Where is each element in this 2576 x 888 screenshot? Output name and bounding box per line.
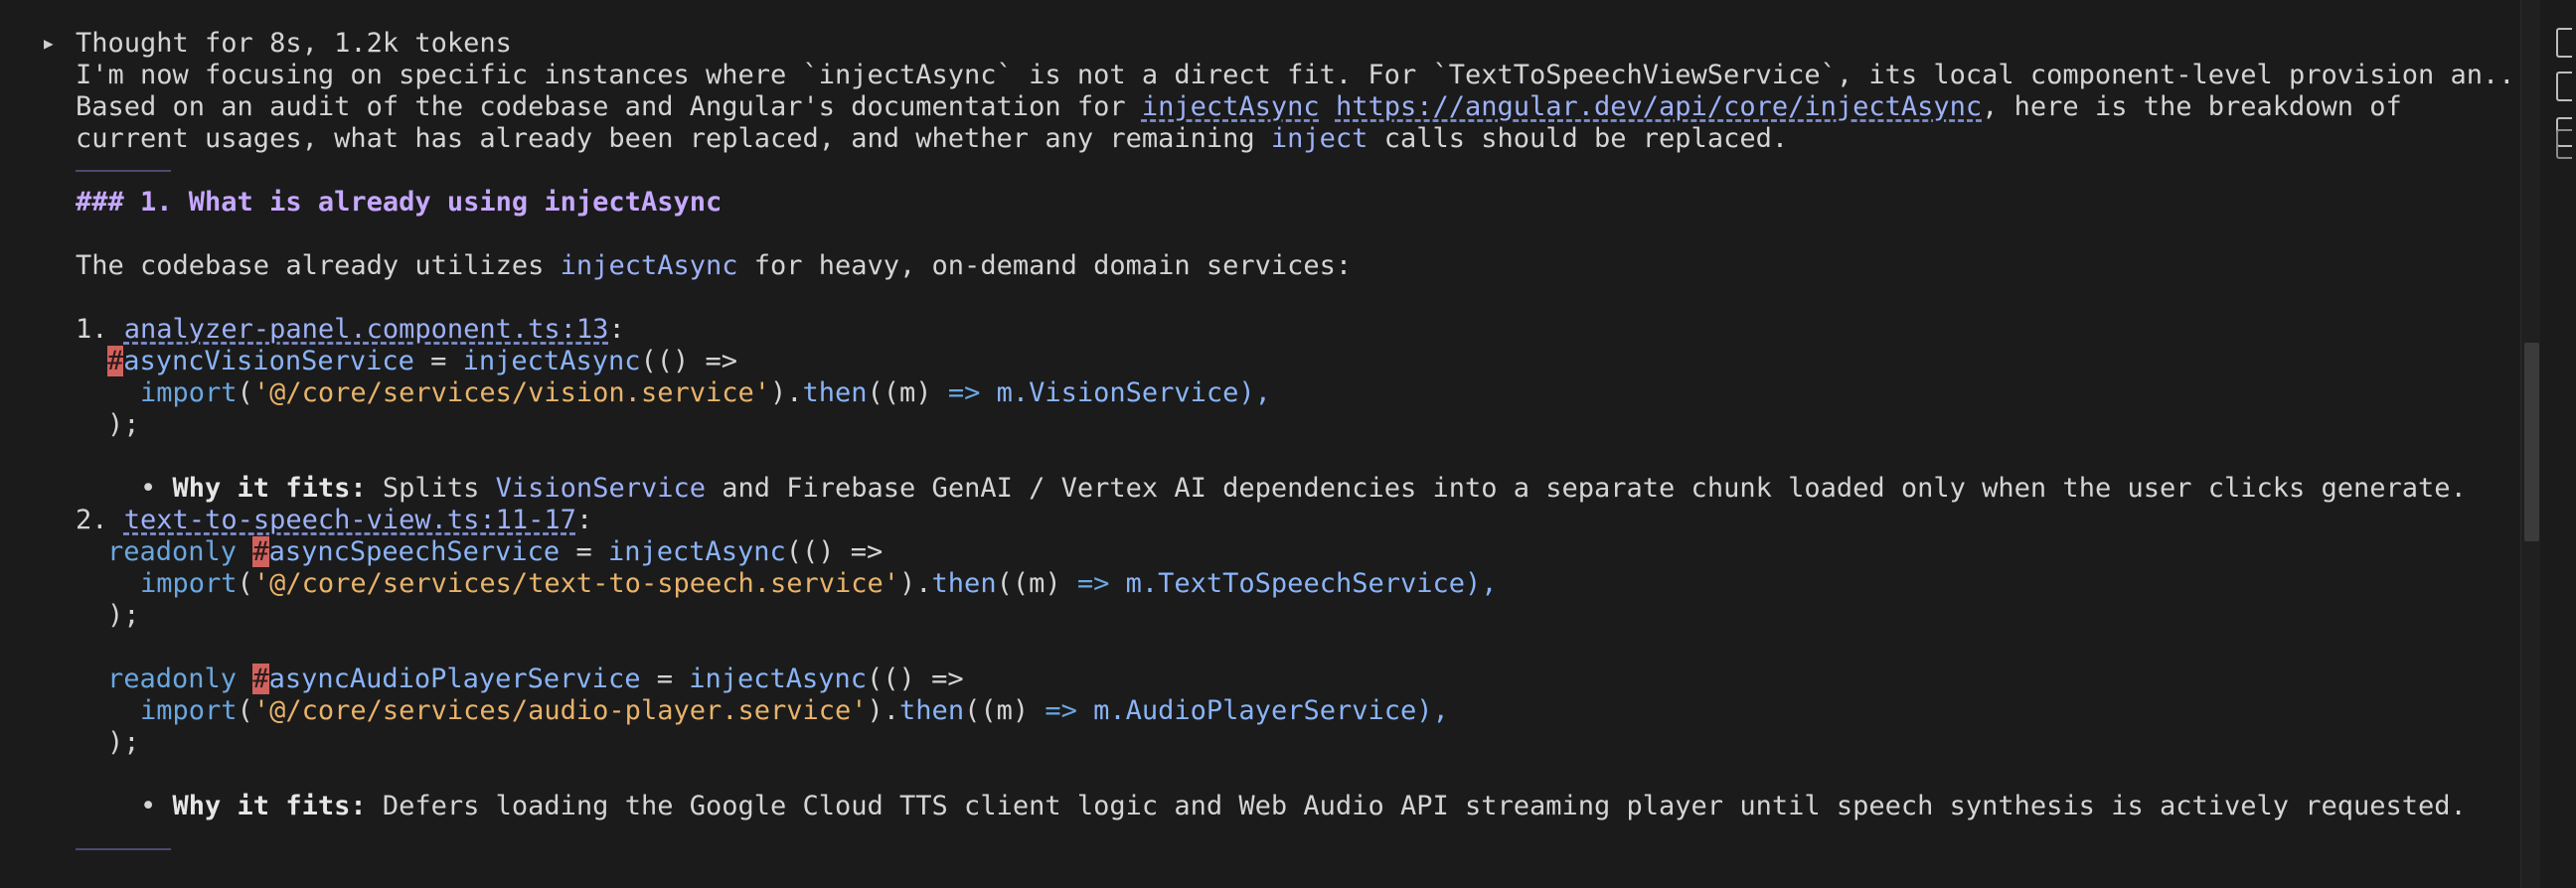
code-line: import('@/core/services/vision.service')…	[76, 377, 2500, 409]
heading-code: injectAsync	[544, 187, 723, 218]
hash-marker: #	[107, 346, 124, 376]
code-op: );	[107, 600, 140, 631]
code-line: import('@/core/services/audio-player.ser…	[140, 695, 1449, 726]
scrollbar-thumb[interactable]	[2524, 343, 2539, 541]
hash-marker: #	[252, 664, 269, 694]
code-function: injectAsync	[689, 664, 868, 694]
code-line: import('@/core/services/text-to-speech.s…	[140, 568, 1498, 599]
list-number: 2.	[76, 505, 124, 535]
list-number: 1.	[76, 314, 124, 345]
heading-text: ### 1. What is already using	[76, 187, 545, 218]
code-op: (() =>	[867, 664, 964, 694]
thought-summary[interactable]: Thought for 8s, 1.2k tokens	[76, 28, 2500, 60]
inline-code: injectAsync	[560, 250, 738, 281]
section-sentence: The codebase already utilizes injectAsyn…	[76, 250, 2500, 282]
file-link-analyzer-panel[interactable]: analyzer-panel.component.ts:13	[124, 314, 609, 345]
code-identifier: asyncSpeechService	[268, 536, 561, 567]
colon: :	[608, 314, 625, 345]
bullet-icon: •	[140, 791, 157, 821]
code-string: '@/core/services/text-to-speech.service'	[252, 568, 900, 599]
code-op: (	[237, 377, 253, 408]
code-op: (() =>	[640, 346, 738, 376]
intro-text: , here is the breakdown of	[1982, 91, 2402, 122]
colon: :	[575, 505, 593, 535]
inline-code: inject	[1270, 123, 1368, 154]
code-op: );	[107, 409, 140, 440]
code-identifier: m.VisionService),	[980, 377, 1271, 408]
code-keyword: import	[140, 377, 238, 408]
file-link-text-to-speech[interactable]: text-to-speech-view.ts:11-17	[124, 505, 576, 535]
why-label: Why it fits:	[172, 473, 367, 504]
code-function: injectAsync	[607, 536, 786, 567]
code-function: then	[802, 377, 868, 408]
inline-code: VisionService	[495, 473, 706, 504]
intro-text: current usages, what has already been re…	[76, 123, 1271, 154]
section-heading: ### 1. What is already using injectAsync	[76, 187, 2500, 219]
why-text: and Firebase GenAI / Vertex AI dependenc…	[705, 473, 2467, 504]
why-label: Why it fits:	[172, 791, 367, 821]
code-line: );	[76, 727, 2500, 759]
code-identifier: m.AudioPlayerService),	[1076, 695, 1449, 726]
code-arrow: =>	[1045, 695, 1077, 726]
code-op: );	[107, 727, 140, 758]
why-text: Defers loading the Google Cloud TTS clie…	[366, 791, 2467, 821]
panel-tab-icon[interactable]	[2556, 129, 2572, 159]
panel-tab-icon[interactable]	[2556, 28, 2572, 58]
divider	[76, 170, 171, 172]
thought-text-content: I'm now focusing on specific instances w…	[76, 60, 2531, 90]
code-line: );	[76, 409, 2500, 441]
intro-line-1: Based on an audit of the codebase and An…	[76, 91, 2500, 123]
why-it-fits-1: • Why it fits: Splits VisionService and …	[76, 473, 2500, 505]
code-op: ((m)	[996, 568, 1077, 599]
code-line: readonly #asyncAudioPlayerService = inje…	[76, 664, 2500, 695]
code-identifier: m.TextToSpeechService),	[1109, 568, 1498, 599]
intro-text: calls should be replaced.	[1368, 123, 1789, 154]
code-line: );	[76, 600, 2500, 632]
thought-text: I'm now focusing on specific instances w…	[76, 60, 2531, 91]
code-op: ).	[769, 377, 803, 408]
sentence-text: The codebase already utilizes	[76, 250, 561, 281]
hash-marker: #	[252, 536, 269, 567]
code-line: #asyncVisionService = injectAsync(() =>	[76, 346, 2500, 377]
code-function: then	[931, 568, 997, 599]
code-op: ((m)	[964, 695, 1046, 726]
code-identifier: asyncAudioPlayerService	[268, 664, 641, 694]
thought-summary-text: Thought for 8s, 1.2k tokens	[76, 28, 512, 59]
code-arrow: =>	[947, 377, 981, 408]
right-edge-panel	[2540, 0, 2576, 888]
code-keyword: readonly	[107, 536, 238, 567]
code-keyword: readonly	[107, 664, 238, 694]
bullet-icon: •	[140, 473, 157, 504]
panel-tab-icon[interactable]	[2556, 72, 2572, 101]
vertical-scrollbar[interactable]	[2520, 0, 2541, 888]
injectasync-link[interactable]: injectAsync	[1142, 91, 1320, 122]
why-it-fits-2: • Why it fits: Defers loading the Google…	[76, 791, 2500, 822]
code-line: readonly #asyncSpeechService = injectAsy…	[76, 536, 2500, 568]
code-function: then	[899, 695, 965, 726]
divider	[76, 848, 171, 850]
code-op: (() =>	[785, 536, 884, 567]
code-keyword: import	[140, 695, 238, 726]
code-keyword: import	[140, 568, 238, 599]
code-identifier: asyncVisionService	[123, 346, 414, 376]
code-op: ((m)	[867, 377, 948, 408]
code-string: '@/core/services/vision.service'	[252, 377, 770, 408]
why-text: Splits	[366, 473, 496, 504]
list-item-1-title: 1. analyzer-panel.component.ts:13:	[76, 314, 2500, 346]
code-op: =	[413, 346, 463, 376]
sentence-text: for heavy, on-demand domain services:	[737, 250, 1353, 281]
code-arrow: =>	[1076, 568, 1110, 599]
code-op: =	[640, 664, 690, 694]
chat-response: Thought for 8s, 1.2k tokens I'm now focu…	[76, 28, 2531, 865]
angular-docs-link[interactable]: https://angular.dev/api/core/injectAsync	[1336, 91, 1982, 122]
list-item-2-title: 2. text-to-speech-view.ts:11-17:	[76, 505, 2500, 536]
code-string: '@/core/services/audio-player.service'	[252, 695, 868, 726]
intro-text: Based on an audit of the codebase and An…	[76, 91, 1142, 122]
intro-line-2: current usages, what has already been re…	[76, 123, 2500, 155]
code-function: injectAsync	[462, 346, 641, 376]
code-op: =	[560, 536, 608, 567]
disclosure-triangle-icon[interactable]: ▶	[44, 28, 54, 60]
